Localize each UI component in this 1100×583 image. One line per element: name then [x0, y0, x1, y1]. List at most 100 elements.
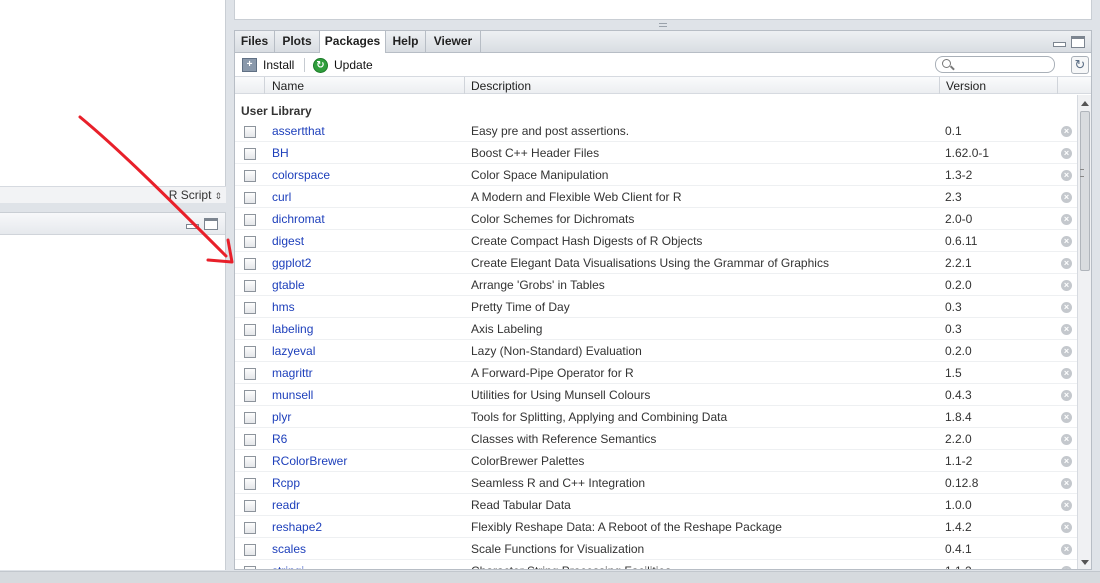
remove-package-icon[interactable]: ×	[1061, 566, 1072, 569]
package-load-checkbox[interactable]	[244, 500, 256, 512]
package-name-link[interactable]: assertthat	[272, 124, 325, 138]
remove-package-icon[interactable]: ×	[1061, 302, 1072, 313]
package-name-link[interactable]: colorspace	[272, 168, 330, 182]
package-version: 0.1	[945, 124, 962, 138]
package-name-link[interactable]: scales	[272, 542, 306, 556]
package-name-link[interactable]: gtable	[272, 278, 305, 292]
remove-package-icon[interactable]: ×	[1061, 280, 1072, 291]
package-load-checkbox[interactable]	[244, 390, 256, 402]
update-button[interactable]: ↻ Update	[313, 57, 373, 73]
package-load-checkbox[interactable]	[244, 126, 256, 138]
package-load-checkbox[interactable]	[244, 544, 256, 556]
remove-package-icon[interactable]: ×	[1061, 522, 1072, 533]
package-version: 0.3	[945, 300, 962, 314]
remove-package-icon[interactable]: ×	[1061, 390, 1072, 401]
tab-help[interactable]: Help	[386, 31, 426, 53]
package-name-link[interactable]: munsell	[272, 388, 313, 402]
remove-package-icon[interactable]: ×	[1061, 324, 1072, 335]
remove-package-icon[interactable]: ×	[1061, 258, 1072, 269]
minimize-icon[interactable]	[186, 224, 199, 229]
package-load-checkbox[interactable]	[244, 346, 256, 358]
package-load-checkbox[interactable]	[244, 236, 256, 248]
environment-pane[interactable]	[234, 0, 1092, 20]
remove-package-icon[interactable]: ×	[1061, 148, 1072, 159]
package-load-checkbox[interactable]	[244, 412, 256, 424]
install-button[interactable]: + Install	[242, 57, 294, 73]
package-load-checkbox[interactable]	[244, 324, 256, 336]
remove-package-icon[interactable]: ×	[1061, 368, 1072, 379]
column-header-version[interactable]: Version	[946, 79, 986, 93]
column-header-description[interactable]: Description	[471, 79, 531, 93]
package-load-checkbox[interactable]	[244, 302, 256, 314]
package-name-link[interactable]: plyr	[272, 410, 291, 424]
package-load-checkbox[interactable]	[244, 456, 256, 468]
remove-package-icon[interactable]: ×	[1061, 456, 1072, 467]
scroll-down-arrow-icon[interactable]	[1081, 560, 1089, 565]
package-name-link[interactable]: magrittr	[272, 366, 313, 380]
remove-package-icon[interactable]: ×	[1061, 412, 1072, 423]
package-load-checkbox[interactable]	[244, 258, 256, 270]
scrollbar-thumb[interactable]	[1080, 111, 1090, 271]
console-pane[interactable]	[0, 212, 226, 570]
package-version: 0.12.8	[945, 476, 979, 490]
package-name-link[interactable]: stringi	[272, 564, 304, 569]
package-version: 1.8.4	[945, 410, 972, 424]
pane-splitter-handle[interactable]	[659, 23, 667, 27]
package-load-checkbox[interactable]	[244, 434, 256, 446]
package-name-link[interactable]: hms	[272, 300, 295, 314]
maximize-icon[interactable]	[1071, 36, 1085, 48]
package-name-link[interactable]: curl	[272, 190, 291, 204]
package-load-checkbox[interactable]	[244, 192, 256, 204]
package-load-checkbox[interactable]	[244, 522, 256, 534]
package-name-link[interactable]: R6	[272, 432, 287, 446]
vertical-scrollbar[interactable]	[1077, 95, 1091, 569]
package-description: Classes with Reference Semantics	[471, 432, 657, 446]
package-load-checkbox[interactable]	[244, 368, 256, 380]
package-name-link[interactable]: readr	[272, 498, 300, 512]
remove-package-icon[interactable]: ×	[1061, 544, 1072, 555]
package-load-checkbox[interactable]	[244, 214, 256, 226]
remove-package-icon[interactable]: ×	[1061, 434, 1072, 445]
remove-package-icon[interactable]: ×	[1061, 236, 1072, 247]
minimize-icon[interactable]	[1053, 42, 1066, 47]
package-load-checkbox[interactable]	[244, 566, 256, 569]
package-name-link[interactable]: Rcpp	[272, 476, 300, 490]
refresh-icon: ↻	[1074, 57, 1086, 72]
package-search-input[interactable]	[935, 56, 1055, 73]
remove-package-icon[interactable]: ×	[1061, 500, 1072, 511]
maximize-icon[interactable]	[204, 218, 218, 230]
package-load-checkbox[interactable]	[244, 280, 256, 292]
remove-package-icon[interactable]: ×	[1061, 126, 1072, 137]
remove-package-icon[interactable]: ×	[1061, 214, 1072, 225]
package-description: A Modern and Flexible Web Client for R	[471, 190, 682, 204]
package-name-link[interactable]: digest	[272, 234, 304, 248]
package-row: lazyeval Lazy (Non-Standard) Evaluation 0.…	[235, 340, 1077, 362]
package-name-link[interactable]: dichromat	[272, 212, 325, 226]
package-name-link[interactable]: ggplot2	[272, 256, 311, 270]
remove-package-icon[interactable]: ×	[1061, 170, 1072, 181]
library-group-label: User Library	[241, 104, 312, 118]
tab-viewer[interactable]: Viewer	[426, 31, 481, 53]
package-load-checkbox[interactable]	[244, 148, 256, 160]
source-editor-pane[interactable]	[0, 0, 226, 203]
remove-package-icon[interactable]: ×	[1061, 192, 1072, 203]
tab-plots[interactable]: Plots	[275, 31, 320, 53]
file-type-selector[interactable]: R Script ⇕	[169, 188, 222, 202]
tab-files[interactable]: Files	[235, 31, 275, 53]
package-name-link[interactable]: labeling	[272, 322, 313, 336]
package-load-checkbox[interactable]	[244, 478, 256, 490]
package-name-link[interactable]: RColorBrewer	[272, 454, 347, 468]
package-description: A Forward-Pipe Operator for R	[471, 366, 634, 380]
package-version: 0.2.0	[945, 278, 972, 292]
remove-package-icon[interactable]: ×	[1061, 478, 1072, 489]
package-name-link[interactable]: lazyeval	[272, 344, 315, 358]
package-load-checkbox[interactable]	[244, 170, 256, 182]
package-version: 1.1.2	[945, 564, 972, 569]
remove-package-icon[interactable]: ×	[1061, 346, 1072, 357]
refresh-button[interactable]: ↻	[1071, 56, 1089, 74]
package-name-link[interactable]: reshape2	[272, 520, 322, 534]
scroll-up-arrow-icon[interactable]	[1081, 101, 1089, 106]
package-name-link[interactable]: BH	[272, 146, 289, 160]
tab-packages[interactable]: Packages	[320, 31, 386, 54]
column-header-name[interactable]: Name	[272, 79, 304, 93]
